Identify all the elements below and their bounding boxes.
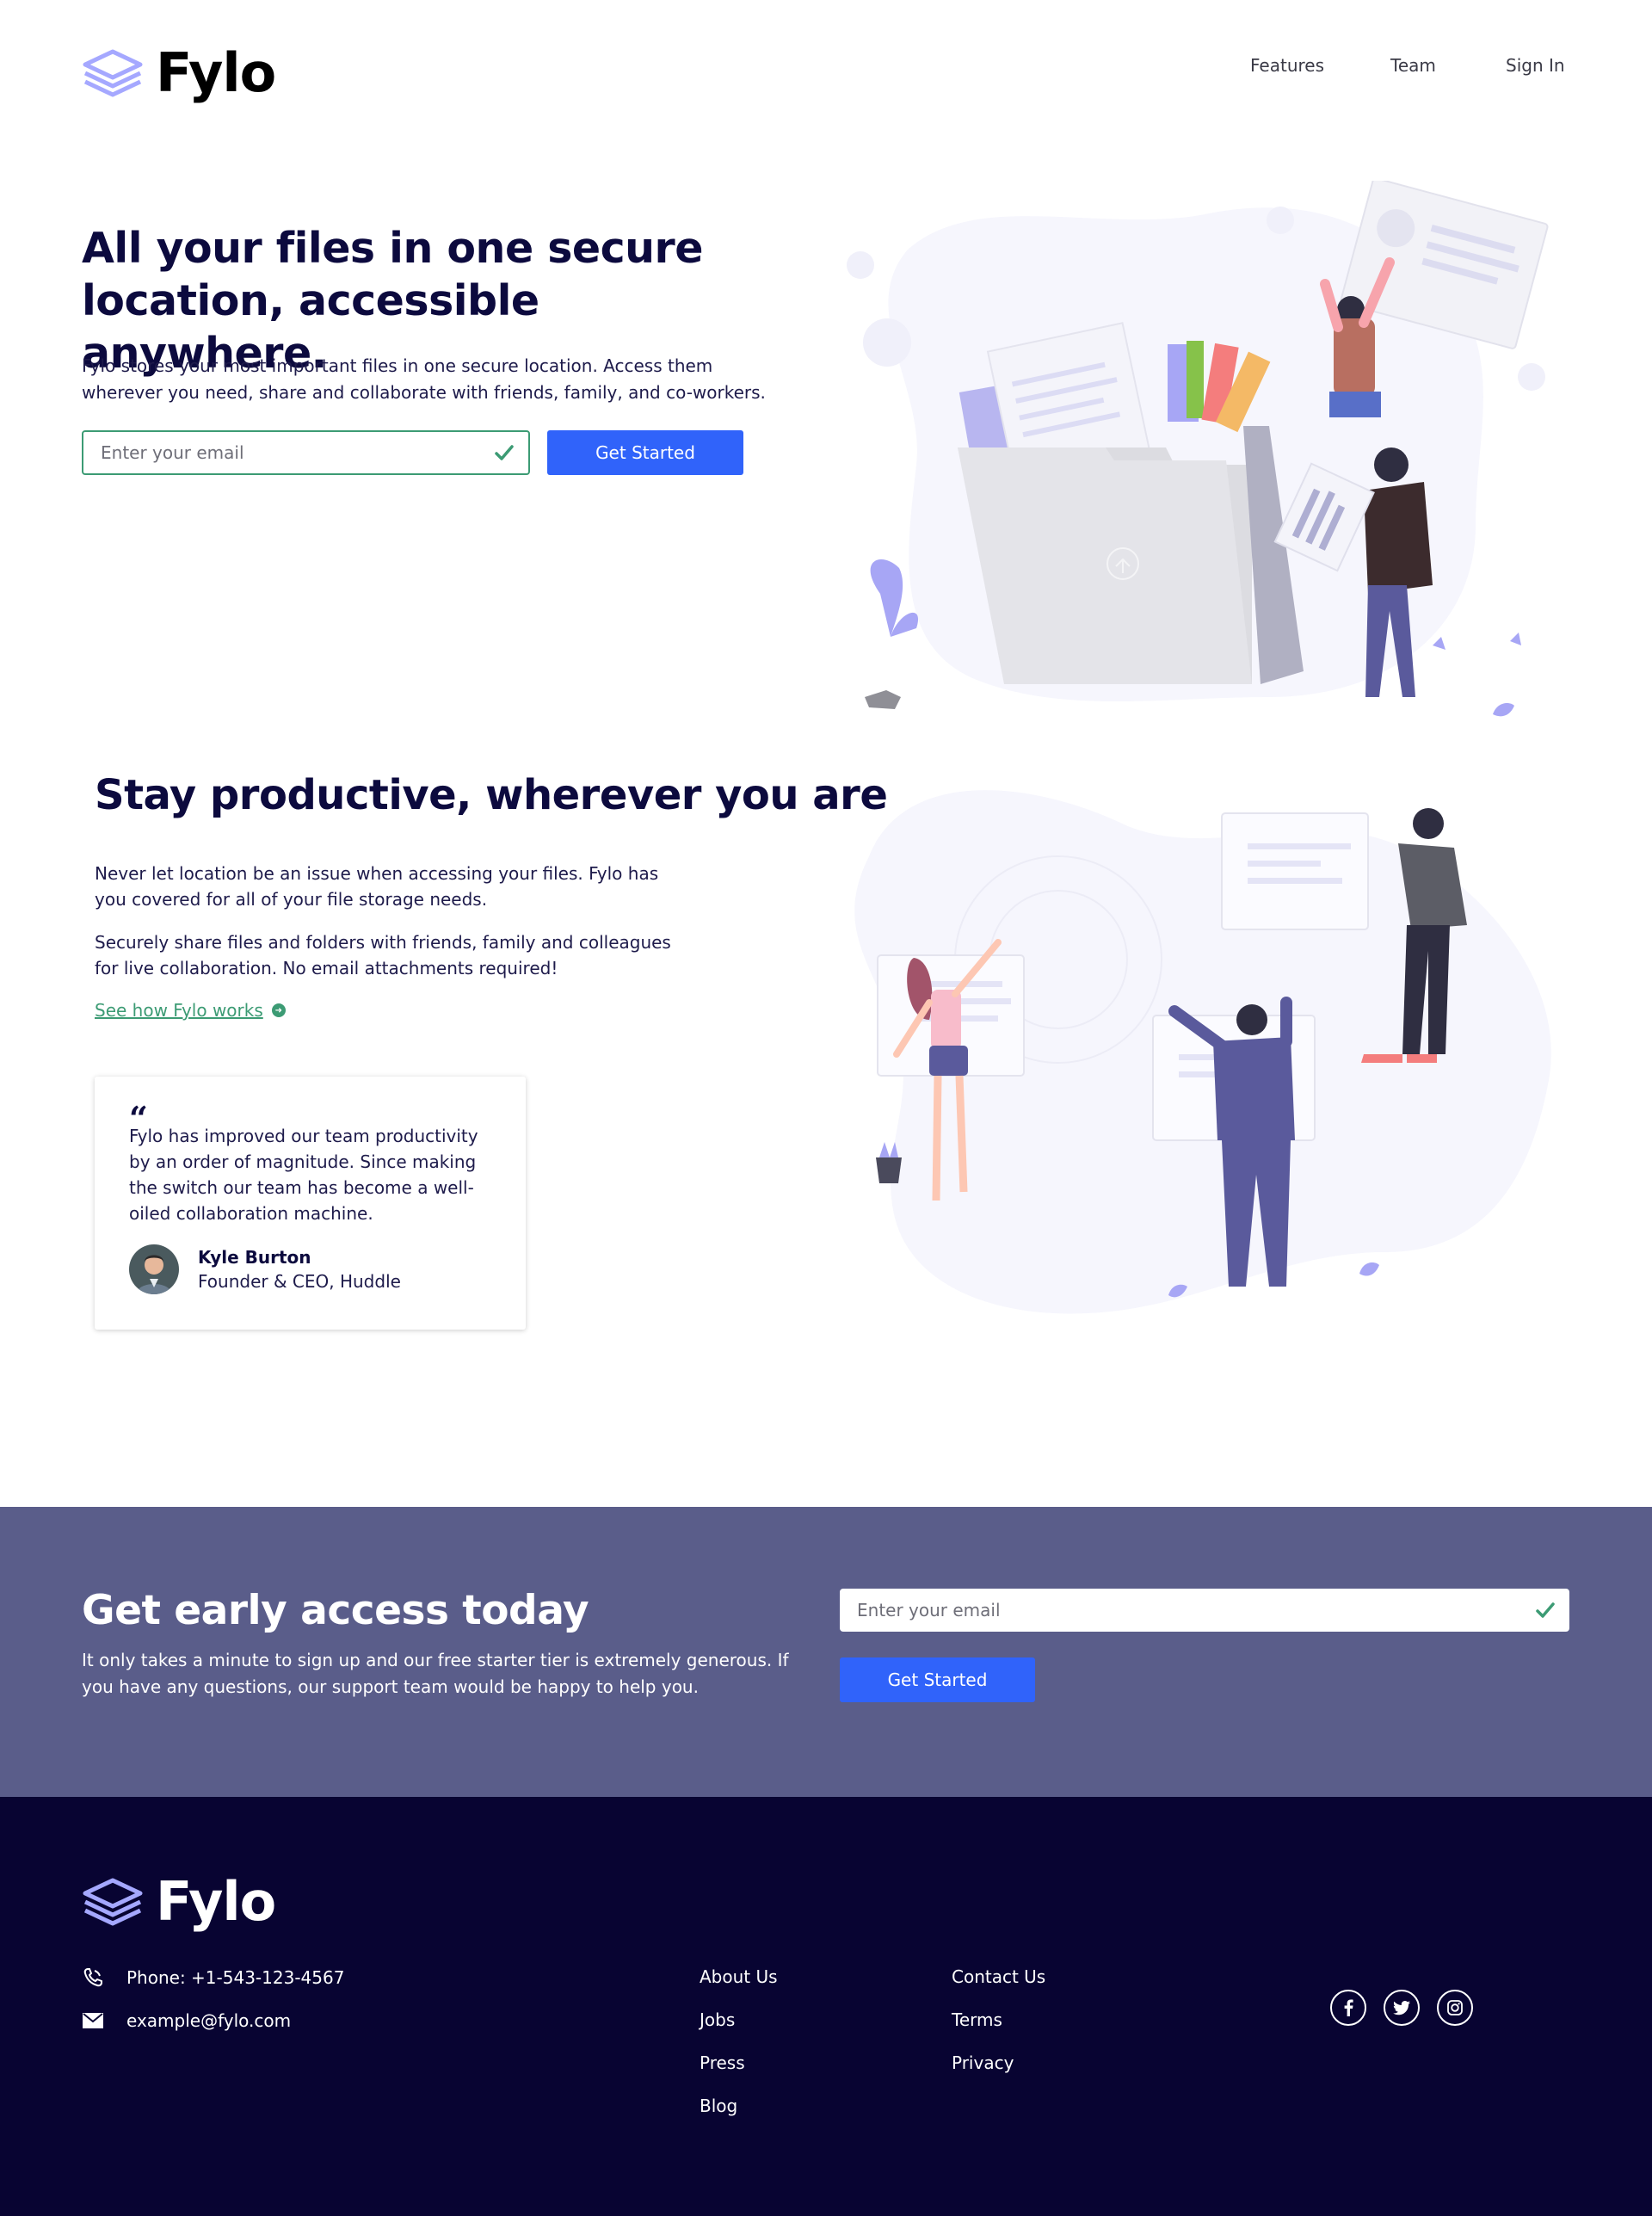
nav-team[interactable]: Team [1390,55,1436,76]
productive-illustration [854,790,1551,1314]
check-icon [1536,1602,1555,1618]
early-access-email-field[interactable] [840,1589,1569,1632]
footer-phone: Phone: +1-543-123-4567 [82,1966,344,1989]
hero-email-field[interactable] [82,430,530,475]
facebook-icon[interactable] [1330,1990,1366,2026]
nav-sign-in[interactable]: Sign In [1506,55,1565,76]
nav-features[interactable]: Features [1250,55,1324,76]
early-access-description: It only takes a minute to sign up and ou… [82,1650,789,1697]
see-how-link-label: See how Fylo works [95,1000,263,1021]
hero-get-started-button[interactable]: Get Started [547,430,743,475]
footer-link-jobs[interactable]: Jobs [700,2009,735,2030]
footer-link-terms[interactable]: Terms [952,2009,1002,2030]
testimonial-card: “ Fylo has improved our team productivit… [95,1077,526,1330]
productive-title: Stay productive, wherever you are [95,771,888,819]
footer-link-blog[interactable]: Blog [700,2096,737,2116]
layers-logo-icon [83,1878,143,1925]
footer-link-press[interactable]: Press [700,2052,745,2073]
author-role: Founder & CEO, Huddle [198,1271,401,1292]
footer-phone-text: Phone: +1-543-123-4567 [126,1967,345,1988]
header-logo[interactable]: Fylo [82,41,276,104]
logo-wordmark: Fylo [156,1870,276,1933]
instagram-icon[interactable] [1437,1990,1473,2026]
arrow-right-icon: ➜ [271,1003,286,1017]
testimonial-quote: Fylo has improved our team productivity … [129,1126,478,1224]
productive-paragraph-1: Never let location be an issue when acce… [95,863,659,910]
mail-icon [82,2009,104,2032]
layers-logo-icon [83,49,143,96]
twitter-icon[interactable] [1384,1990,1420,2026]
footer-logo[interactable]: Fylo [82,1870,276,1933]
hero-email-input[interactable] [83,432,492,473]
productive-paragraph-2: Securely share files and folders with fr… [95,932,671,978]
hero-illustration [847,181,1549,717]
footer-link-about-us[interactable]: About Us [700,1966,778,1987]
see-how-link[interactable]: See how Fylo works ➜ [95,1000,286,1021]
hero-description: Fylo stores your most important files in… [82,355,766,403]
footer-link-privacy[interactable]: Privacy [952,2052,1014,2073]
footer-link-contact-us[interactable]: Contact Us [952,1966,1045,1987]
phone-icon [82,1966,104,1989]
footer-email-text[interactable]: example@fylo.com [126,2010,291,2031]
early-access-section: Get early access today It only takes a m… [0,1507,1652,1797]
footer-email: example@fylo.com [82,2009,291,2032]
author-name: Kyle Burton [198,1247,311,1268]
early-access-get-started-button[interactable]: Get Started [840,1657,1035,1702]
avatar [129,1244,179,1294]
early-access-title: Get early access today [82,1587,589,1634]
footer: Fylo Phone: +1-543-123-4567 example@fylo… [0,1797,1652,2216]
check-icon [495,445,514,460]
logo-wordmark: Fylo [156,41,276,104]
early-access-email-input[interactable] [840,1589,1533,1632]
